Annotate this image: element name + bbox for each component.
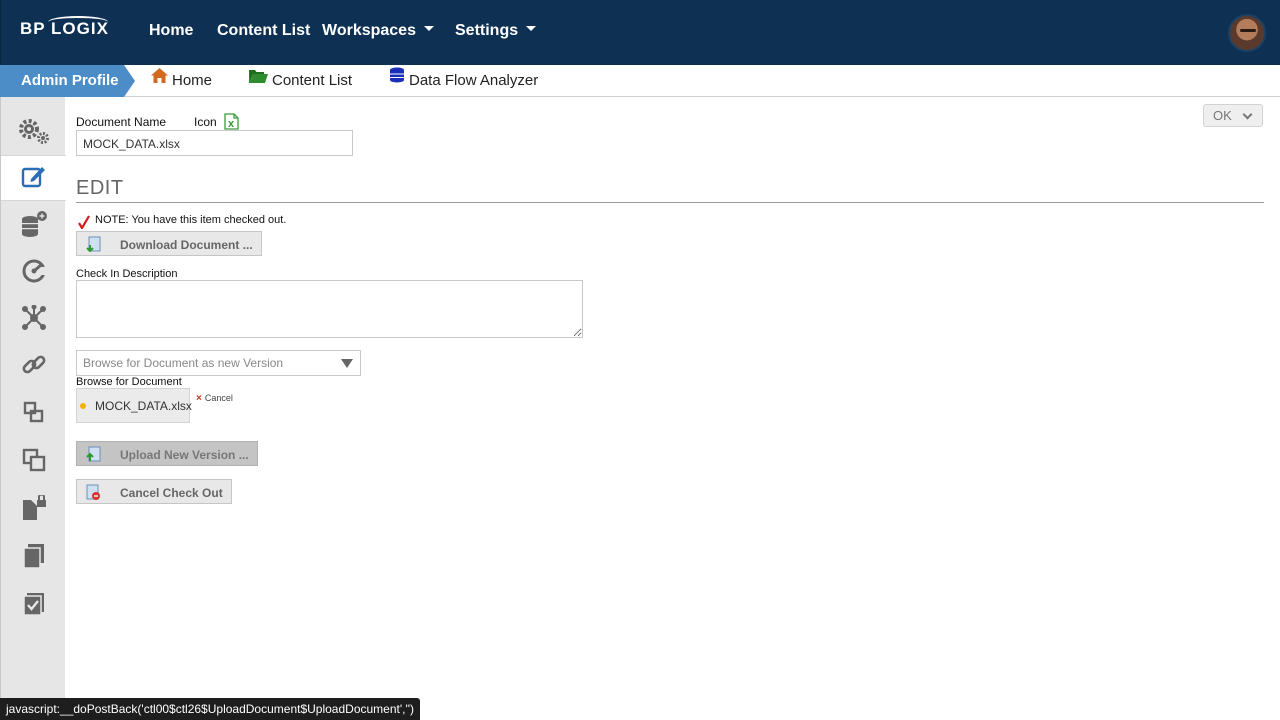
browse-version-select[interactable]: Browse for Document as new Version bbox=[76, 350, 361, 376]
download-document-label: Download Document ... bbox=[120, 238, 253, 252]
database-add-icon bbox=[20, 210, 48, 243]
sidebar-item-move[interactable] bbox=[1, 391, 66, 437]
browse-version-select-value: Browse for Document as new Version bbox=[83, 356, 284, 370]
upload-icon bbox=[85, 446, 101, 462]
ok-dropdown-button[interactable]: OK bbox=[1203, 104, 1263, 127]
nav-home-label: Home bbox=[149, 22, 194, 39]
sidebar-item-lock-document[interactable] bbox=[1, 487, 66, 533]
home-icon bbox=[151, 63, 168, 95]
icon-label: Icon bbox=[194, 115, 217, 129]
nav-workspaces-label: Workspaces bbox=[322, 22, 416, 39]
left-sidebar bbox=[0, 97, 66, 720]
download-document-button[interactable]: Download Document ... bbox=[76, 231, 262, 256]
nav-settings[interactable]: Settings bbox=[455, 22, 537, 40]
gears-icon bbox=[17, 117, 51, 150]
sidebar-item-link[interactable] bbox=[1, 344, 66, 390]
svg-text:X: X bbox=[228, 120, 235, 129]
breadcrumb-data-flow-analyzer-label: Data Flow Analyzer bbox=[409, 72, 539, 89]
bp-logix-logo[interactable]: BP LOGIX bbox=[20, 16, 109, 39]
section-title: EDIT bbox=[76, 177, 124, 199]
user-avatar[interactable] bbox=[1228, 14, 1266, 52]
copy-icon bbox=[22, 448, 46, 477]
sidebar-item-network[interactable] bbox=[1, 297, 66, 343]
breadcrumb-content-list-label: Content List bbox=[272, 72, 353, 89]
logo-arc bbox=[48, 16, 108, 28]
pending-dot-icon bbox=[80, 403, 86, 409]
lock-document-icon bbox=[21, 493, 47, 526]
database-icon bbox=[389, 63, 405, 95]
section-divider bbox=[76, 202, 1264, 203]
close-icon: × bbox=[196, 393, 202, 404]
dropdown-arrow-icon bbox=[341, 359, 353, 368]
folder-icon bbox=[249, 63, 268, 95]
breadcrumb-admin-profile[interactable]: Admin Profile bbox=[0, 65, 135, 97]
sidebar-item-settings[interactable] bbox=[1, 110, 66, 156]
cancel-check-out-label: Cancel Check Out bbox=[120, 486, 223, 500]
edit-icon bbox=[21, 164, 47, 193]
upload-new-version-button[interactable]: Upload New Version ... bbox=[76, 441, 258, 466]
nav-workspaces[interactable]: Workspaces bbox=[322, 22, 434, 40]
nav-content-list-label: Content List bbox=[217, 22, 311, 39]
nav-content-list[interactable]: Content List bbox=[217, 22, 310, 40]
sidebar-item-duplicate[interactable] bbox=[1, 535, 66, 581]
checked-out-note: NOTE: You have this item checked out. bbox=[95, 214, 287, 226]
breadcrumb-home[interactable]: Home bbox=[151, 65, 212, 97]
sidebar-item-database-add[interactable] bbox=[1, 203, 66, 249]
checked-document-icon bbox=[22, 592, 46, 621]
cancel-file-label: Cancel bbox=[204, 393, 233, 403]
dashboard-gauge-icon bbox=[21, 258, 47, 289]
sidebar-item-dashboard[interactable] bbox=[1, 250, 66, 296]
cancel-check-out-button[interactable]: Cancel Check Out bbox=[76, 479, 232, 504]
top-nav-bar: BP LOGIX Home Content List Workspaces Se… bbox=[0, 0, 1280, 65]
ok-label: OK bbox=[1213, 108, 1232, 123]
document-name-label: Document Name bbox=[76, 115, 167, 129]
browse-for-document-label: Browse for Document bbox=[76, 376, 182, 388]
link-icon bbox=[22, 353, 46, 382]
nav-home[interactable]: Home bbox=[149, 22, 193, 40]
duplicate-icon bbox=[22, 543, 46, 574]
breadcrumb-data-flow-analyzer[interactable]: Data Flow Analyzer bbox=[389, 65, 538, 97]
download-icon bbox=[85, 236, 101, 253]
breadcrumb-bar: Admin Profile Home Content List Data Flo… bbox=[0, 65, 1280, 97]
network-icon bbox=[21, 304, 47, 336]
move-icon bbox=[23, 401, 45, 428]
selected-file-chip[interactable]: MOCK_DATA.xlsx bbox=[76, 388, 192, 423]
cancel-checkout-icon bbox=[85, 484, 101, 500]
sidebar-item-checked-document[interactable] bbox=[1, 583, 66, 629]
sidebar-item-copy[interactable] bbox=[1, 439, 66, 485]
sidebar-item-edit[interactable] bbox=[1, 155, 66, 201]
nav-settings-label: Settings bbox=[455, 22, 519, 39]
check-in-description-field[interactable] bbox=[76, 280, 583, 338]
chevron-down-icon bbox=[1242, 109, 1253, 120]
cancel-file-link[interactable]: × Cancel bbox=[196, 393, 233, 404]
selected-file-name: MOCK_DATA.xlsx bbox=[95, 399, 192, 413]
browser-status-bar: javascript:__doPostBack('ctl00$ctl26$Upl… bbox=[0, 698, 421, 720]
caret-down-icon bbox=[526, 26, 537, 32]
document-name-field[interactable]: MOCK_DATA.xlsx bbox=[76, 130, 353, 156]
breadcrumb-home-label: Home bbox=[172, 72, 213, 89]
upload-new-version-label: Upload New Version ... bbox=[120, 448, 249, 462]
caret-down-icon bbox=[423, 26, 434, 32]
breadcrumb-content-list[interactable]: Content List bbox=[249, 65, 352, 97]
check-in-description-label: Check In Description bbox=[76, 268, 178, 280]
